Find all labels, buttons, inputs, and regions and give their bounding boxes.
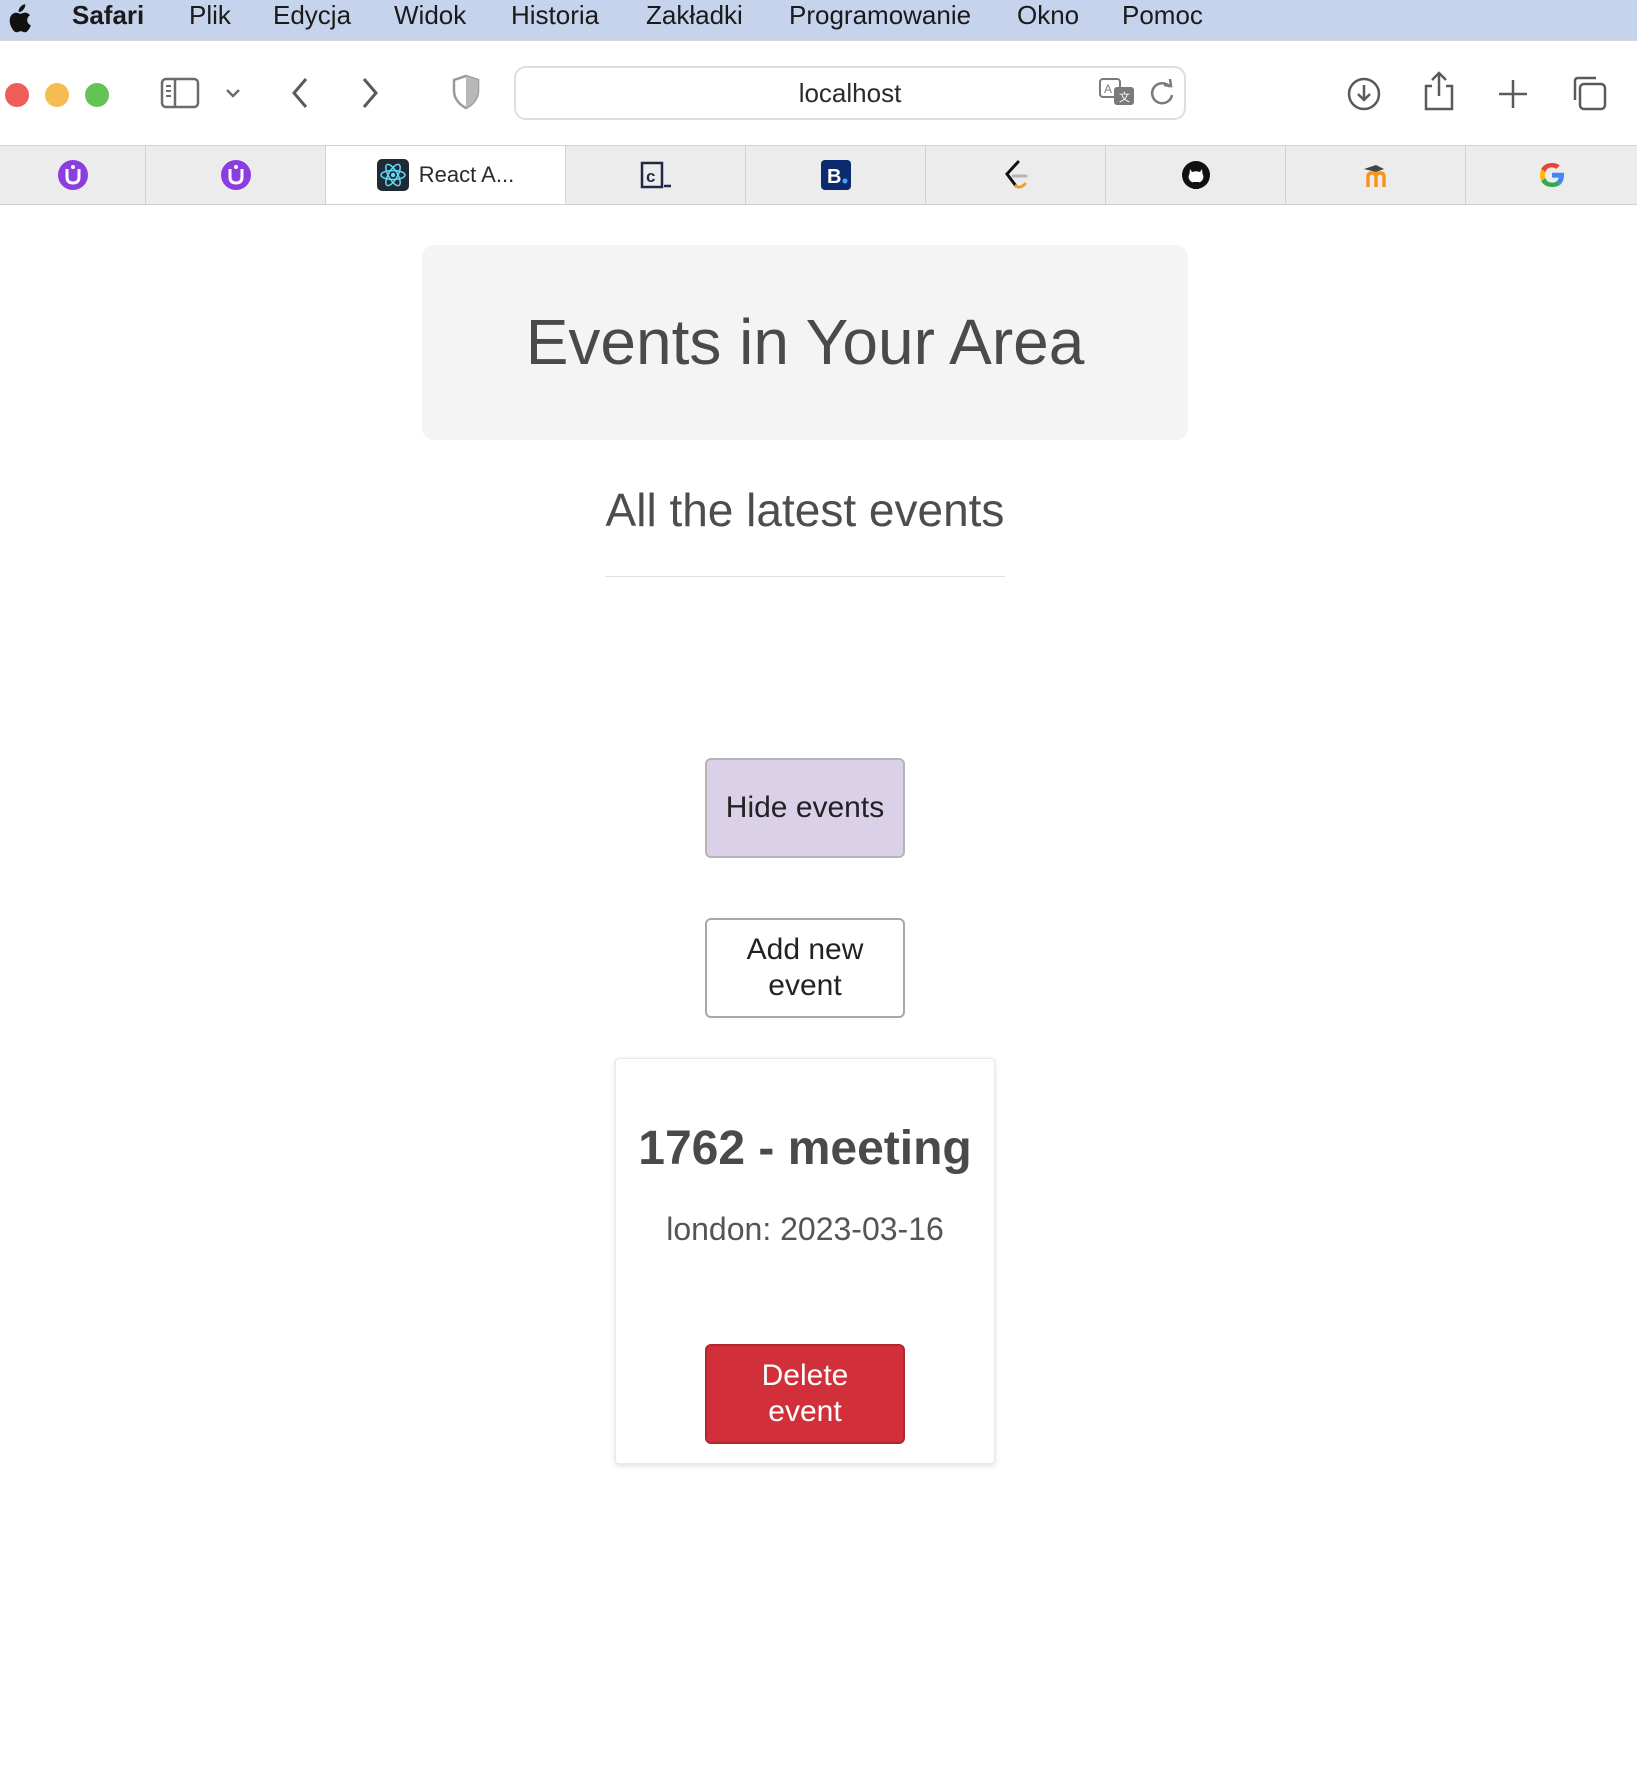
back-arrow-icon[interactable] (288, 75, 312, 111)
menu-pomoc[interactable]: Pomoc (1122, 0, 1203, 34)
svg-text:A: A (1104, 82, 1112, 96)
svg-text:c: c (646, 167, 655, 186)
add-new-event-button[interactable]: Add new event (705, 918, 905, 1018)
divider (605, 576, 1005, 577)
translate-icon[interactable]: A 文 (1098, 77, 1138, 107)
delete-event-button[interactable]: Delete event (705, 1344, 905, 1444)
menu-plik[interactable]: Plik (189, 0, 231, 34)
privacy-shield-icon[interactable] (451, 74, 481, 110)
moodle-icon (1363, 165, 1386, 187)
tab-5[interactable]: B (746, 146, 926, 204)
sidebar-toggle-icon[interactable] (160, 77, 200, 109)
hide-events-button[interactable]: Hide events (705, 758, 905, 858)
zoom-window-button[interactable] (85, 83, 109, 107)
tab-7[interactable] (1106, 146, 1286, 204)
google-icon (1539, 163, 1564, 187)
svg-text:B: B (827, 166, 841, 188)
event-title: 1762 - meeting (638, 1122, 972, 1175)
tab-6[interactable] (926, 146, 1106, 204)
page-title: Events in Your Area (525, 306, 1085, 378)
chevron-down-icon[interactable] (224, 86, 242, 100)
menu-zakladki[interactable]: Zakładki (646, 0, 743, 34)
new-tab-plus-icon[interactable] (1497, 78, 1529, 110)
tab-4[interactable]: c (566, 146, 746, 204)
event-card: 1762 - meeting london: 2023-03-16 Delete… (615, 1058, 995, 1464)
purple-u-icon (220, 160, 251, 190)
tab-3-title: React A... (418, 161, 515, 187)
menu-okno[interactable]: Okno (1017, 0, 1079, 34)
section-subtitle: All the latest events (605, 484, 1005, 536)
tab-bar: React A... c B (0, 145, 1637, 205)
menu-widok[interactable]: Widok (394, 0, 466, 34)
tab-2[interactable] (146, 146, 326, 204)
tab-8[interactable] (1286, 146, 1466, 204)
booking-icon: B (820, 160, 851, 190)
tab-1[interactable] (0, 146, 146, 204)
minimize-window-button[interactable] (45, 83, 69, 107)
tab-3-active[interactable]: React A... (326, 146, 566, 204)
menu-historia[interactable]: Historia (511, 0, 599, 34)
svg-text:文: 文 (1119, 90, 1130, 104)
address-bar[interactable]: localhost (514, 66, 1186, 120)
share-icon[interactable] (1423, 70, 1455, 112)
reload-icon[interactable] (1148, 79, 1176, 107)
leetcode-icon (1004, 160, 1027, 189)
menu-app-name[interactable]: Safari (72, 0, 144, 34)
event-location-date: london: 2023-03-16 (666, 1211, 944, 1247)
purple-u-icon (57, 160, 88, 190)
menu-programowanie[interactable]: Programowanie (789, 0, 971, 34)
github-icon (1181, 161, 1210, 189)
forward-arrow-icon[interactable] (358, 75, 382, 111)
react-icon (376, 158, 409, 191)
apple-logo-icon[interactable] (4, 4, 32, 34)
macos-menubar: Safari Plik Edycja Widok Historia Zakład… (0, 0, 1637, 40)
url-text[interactable]: localhost (516, 68, 1184, 118)
hero-banner: Events in Your Area (422, 245, 1188, 440)
close-window-button[interactable] (5, 83, 29, 107)
downloads-icon[interactable] (1346, 76, 1382, 112)
tab-9[interactable] (1466, 146, 1637, 204)
codecademy-icon: c (640, 161, 671, 189)
menu-edycja[interactable]: Edycja (273, 0, 351, 34)
tab-overview-icon[interactable] (1570, 74, 1608, 112)
